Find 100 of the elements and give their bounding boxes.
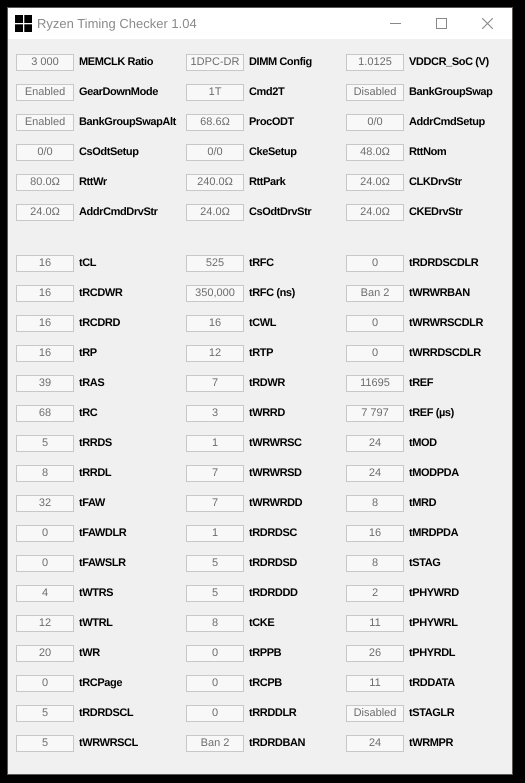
value-field[interactable]: 0 xyxy=(346,345,404,362)
field-label: tMRDPDA xyxy=(409,526,458,541)
field-label: tWRRDSCDLR xyxy=(409,346,481,361)
field-label: tFAWDLR xyxy=(79,526,126,541)
field-label: tREF (µs) xyxy=(409,406,454,421)
value-field[interactable]: 24.0Ω xyxy=(16,204,74,221)
field-label: tPHYWRL xyxy=(409,616,458,631)
value-field[interactable]: 1 xyxy=(186,525,244,542)
value-field[interactable]: Ban 2 xyxy=(186,735,244,752)
field-label: CsOdtDrvStr xyxy=(249,205,312,220)
value-field[interactable]: 0 xyxy=(186,675,244,692)
value-field[interactable]: 24 xyxy=(346,465,404,482)
value-field[interactable]: 24.0Ω xyxy=(186,204,244,221)
field-label: tRRDL xyxy=(79,466,112,481)
value-field[interactable]: 16 xyxy=(186,315,244,332)
field-label: RttWr xyxy=(79,175,107,190)
value-field[interactable]: 32 xyxy=(16,495,74,512)
field-label: tSTAG xyxy=(409,556,440,571)
value-field[interactable]: 8 xyxy=(186,615,244,632)
value-field[interactable]: 48.0Ω xyxy=(346,144,404,161)
value-field[interactable]: 12 xyxy=(16,615,74,632)
field-label: AddrCmdDrvStr xyxy=(79,205,158,220)
value-field[interactable]: Ban 2 xyxy=(346,285,404,302)
value-field[interactable]: 7 xyxy=(186,495,244,512)
field-label: tRDRDSC xyxy=(249,526,297,541)
field-label: tWTRL xyxy=(79,616,112,631)
field-label: tRTP xyxy=(249,346,274,361)
value-field[interactable]: 5 xyxy=(16,735,74,752)
maximize-icon xyxy=(436,18,446,29)
value-field[interactable]: 16 xyxy=(16,315,74,332)
value-field[interactable]: 5 xyxy=(16,435,74,452)
value-field[interactable]: 525 xyxy=(186,255,244,272)
field-label: BankGroupSwapAlt xyxy=(79,115,176,130)
field-label: tRDWR xyxy=(249,376,285,391)
field-label: CkeSetup xyxy=(249,145,297,160)
value-field[interactable]: 0 xyxy=(186,705,244,722)
value-field[interactable]: 11 xyxy=(346,615,404,632)
value-field[interactable]: 7 xyxy=(186,375,244,392)
value-field[interactable]: 3 xyxy=(186,405,244,422)
value-field[interactable]: 1T xyxy=(186,84,244,101)
value-field[interactable]: 1 xyxy=(186,435,244,452)
value-field[interactable]: 0/0 xyxy=(16,144,74,161)
value-field[interactable]: 20 xyxy=(16,645,74,662)
field-label: CLKDrvStr xyxy=(409,175,462,190)
value-field[interactable]: 1DPC-DR xyxy=(186,54,244,71)
value-field[interactable]: 24.0Ω xyxy=(346,174,404,191)
value-field[interactable]: 0 xyxy=(16,555,74,572)
value-field[interactable]: 350,000 xyxy=(186,285,244,302)
value-field[interactable]: 16 xyxy=(16,345,74,362)
value-field[interactable]: 11695 xyxy=(346,375,404,392)
value-field[interactable]: 0 xyxy=(186,645,244,662)
value-field[interactable]: 8 xyxy=(346,495,404,512)
value-field[interactable]: Disabled xyxy=(346,705,404,722)
value-field[interactable]: 24 xyxy=(346,435,404,452)
value-field[interactable]: 39 xyxy=(16,375,74,392)
value-field[interactable]: 0/0 xyxy=(186,144,244,161)
field-label: CKEDrvStr xyxy=(409,205,462,220)
value-field[interactable]: 68.6Ω xyxy=(186,114,244,131)
value-field[interactable]: 26 xyxy=(346,645,404,662)
value-field[interactable]: 8 xyxy=(346,555,404,572)
value-field[interactable]: 2 xyxy=(346,585,404,602)
field-label: GearDownMode xyxy=(79,85,158,100)
value-field[interactable]: 7 xyxy=(186,465,244,482)
field-label: tRDRDSD xyxy=(249,556,297,571)
value-field[interactable]: 0 xyxy=(16,675,74,692)
value-field[interactable]: 0/0 xyxy=(346,114,404,131)
value-field[interactable]: 1.0125 xyxy=(346,54,404,71)
field-label: tREF xyxy=(409,376,434,391)
value-field[interactable]: Enabled xyxy=(16,84,74,101)
value-field[interactable]: 0 xyxy=(346,255,404,272)
value-field[interactable]: 7 797 xyxy=(346,405,404,422)
value-field[interactable]: 5 xyxy=(16,705,74,722)
value-field[interactable]: 68 xyxy=(16,405,74,422)
value-field[interactable]: 8 xyxy=(16,465,74,482)
field-label: CsOdtSetup xyxy=(79,145,139,160)
value-field[interactable]: 5 xyxy=(186,555,244,572)
value-field[interactable]: 24.0Ω xyxy=(346,204,404,221)
value-field[interactable]: 0 xyxy=(346,315,404,332)
field-label: tRP xyxy=(79,346,97,361)
value-field[interactable]: 12 xyxy=(186,345,244,362)
value-field[interactable]: 24 xyxy=(346,735,404,752)
field-label: tWRWRSC xyxy=(249,436,302,451)
value-field[interactable]: 5 xyxy=(186,585,244,602)
field-label: tRRDDLR xyxy=(249,706,296,721)
field-label: tCKE xyxy=(249,616,274,631)
value-field[interactable]: 80.0Ω xyxy=(16,174,74,191)
field-label: tWRRD xyxy=(249,406,285,421)
value-field[interactable]: 16 xyxy=(16,255,74,272)
field-label: Cmd2T xyxy=(249,85,284,100)
value-field[interactable]: 16 xyxy=(346,525,404,542)
value-field[interactable]: 0 xyxy=(16,525,74,542)
value-field[interactable]: 4 xyxy=(16,585,74,602)
value-field[interactable]: 11 xyxy=(346,675,404,692)
value-field[interactable]: 240.0Ω xyxy=(186,174,244,191)
value-field[interactable]: 3 000 xyxy=(16,54,74,71)
field-label: tRCDWR xyxy=(79,286,122,301)
field-label: DIMM Config xyxy=(249,55,312,70)
value-field[interactable]: 16 xyxy=(16,285,74,302)
value-field[interactable]: Enabled xyxy=(16,114,74,131)
value-field[interactable]: Disabled xyxy=(346,84,404,101)
